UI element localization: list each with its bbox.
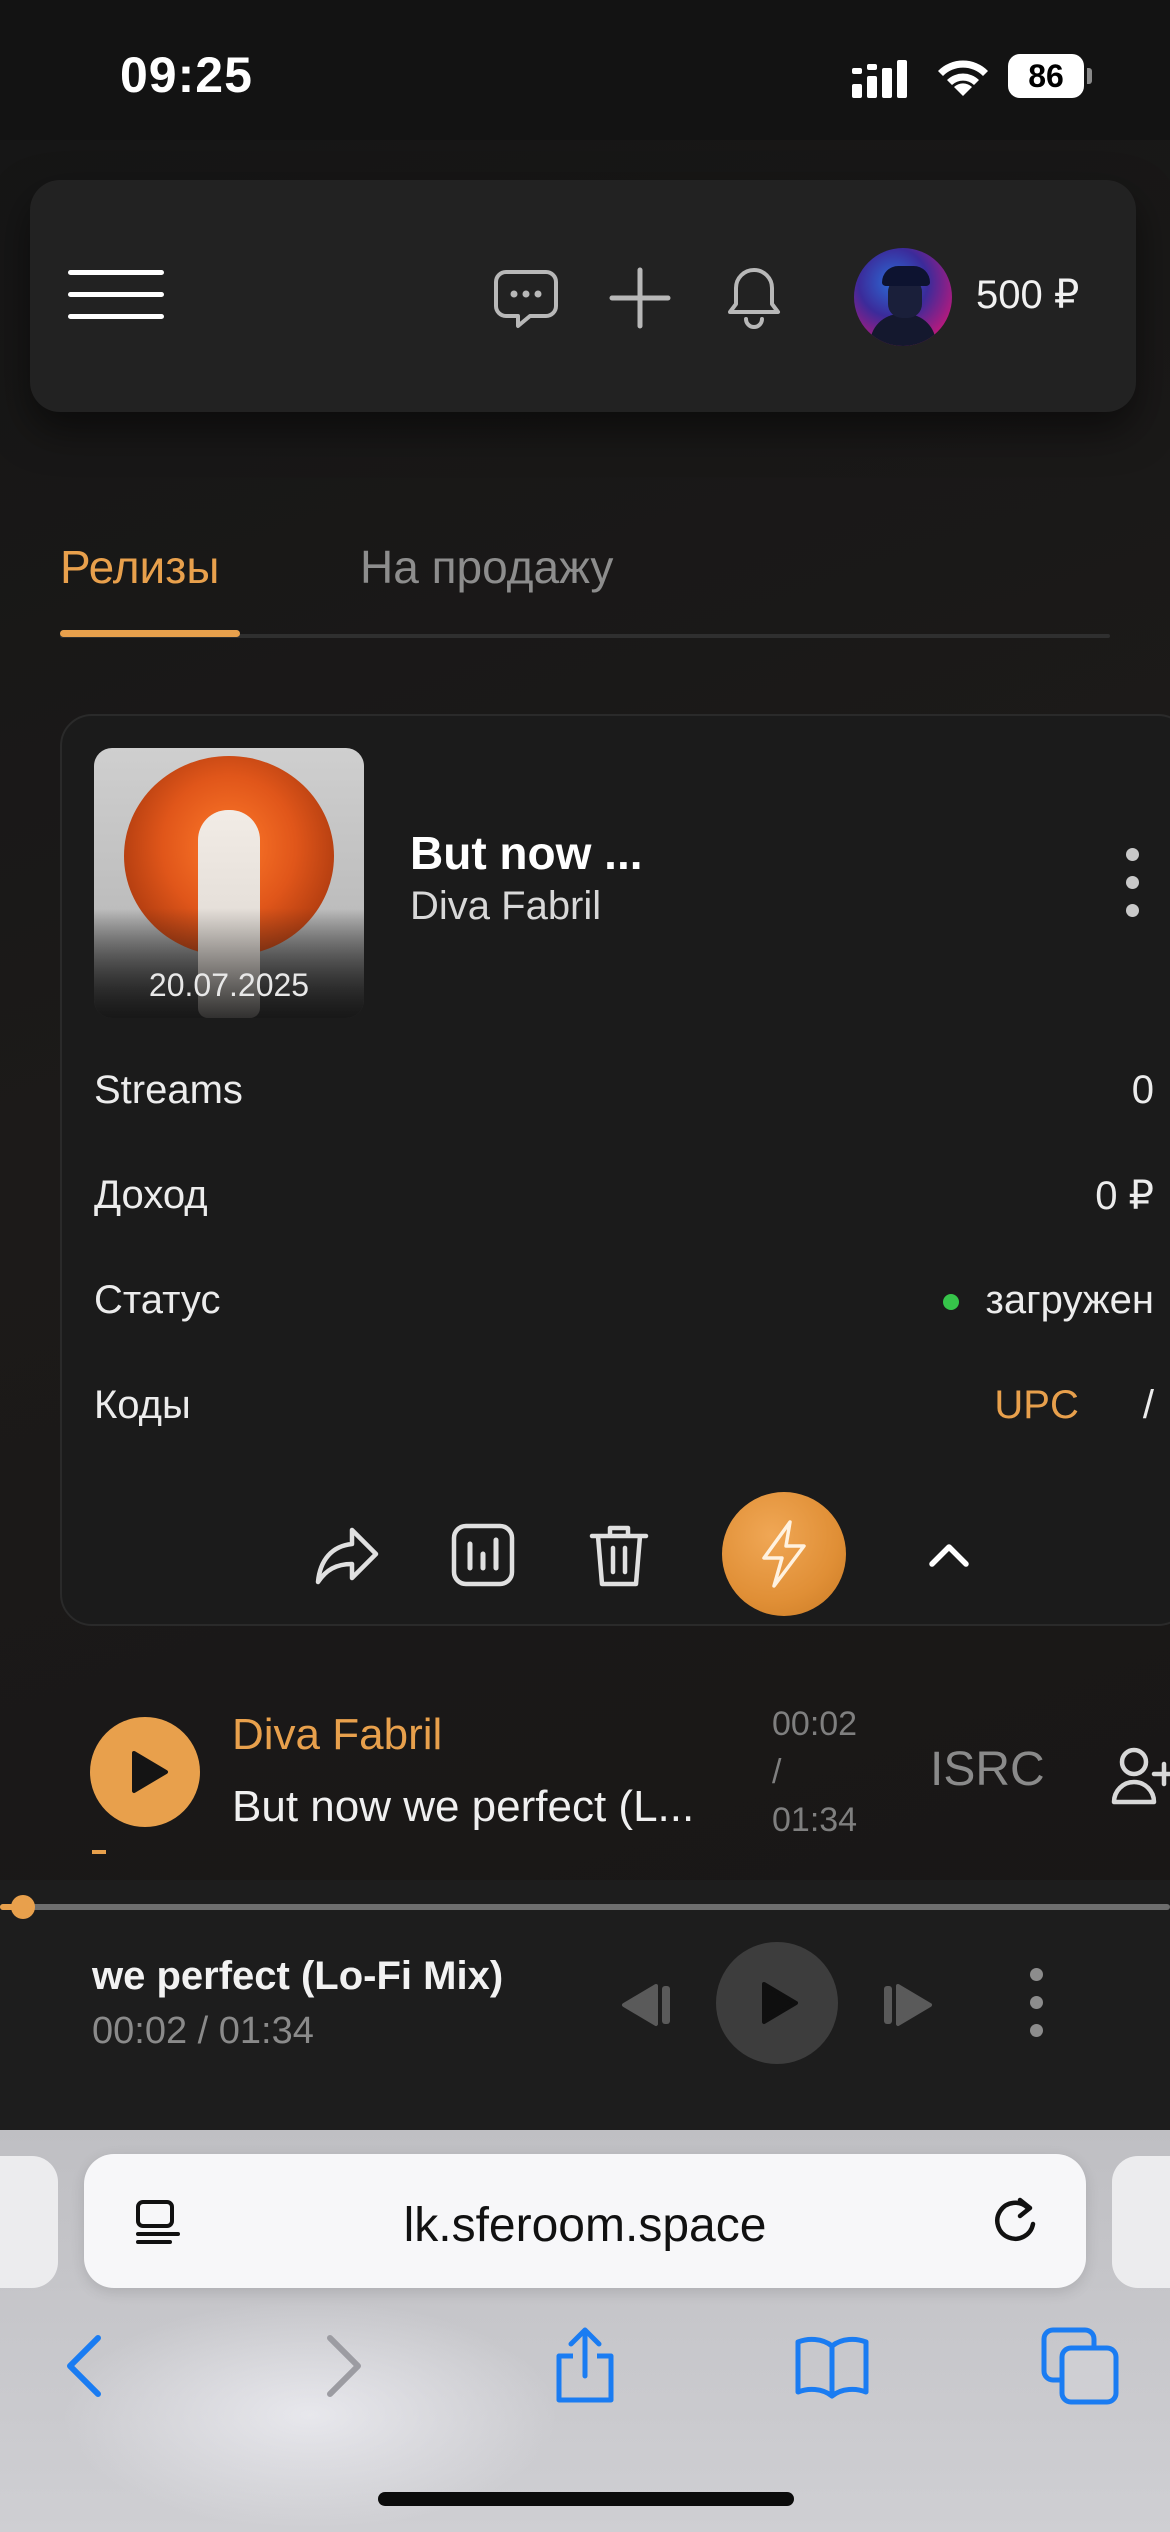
trash-icon[interactable] [584, 1520, 654, 1590]
share-icon[interactable] [312, 1520, 382, 1590]
reload-icon[interactable] [988, 2194, 1042, 2248]
previous-tab-preview[interactable] [0, 2156, 58, 2288]
boost-button[interactable] [722, 1492, 846, 1616]
lightning-icon [762, 1520, 806, 1588]
status-dot [943, 1294, 960, 1311]
more-options-icon[interactable] [1122, 848, 1142, 918]
share-icon[interactable] [545, 2326, 625, 2406]
battery-level: 86 [1008, 54, 1084, 98]
status-time: 09:25 [120, 47, 253, 103]
tabs-icon[interactable] [1040, 2326, 1120, 2406]
track-title: But now we perfect (L... [232, 1782, 695, 1831]
income-label: Доход [94, 1173, 208, 1217]
mini-player: we perfect (Lo-Fi Mix) 00:02 / 01:34 [0, 1880, 1170, 2130]
battery-tip [1087, 68, 1092, 84]
tab-for-sale[interactable]: На продажу [360, 540, 613, 594]
stats-icon[interactable] [448, 1520, 518, 1590]
wifi-icon [938, 60, 988, 96]
next-tab-preview[interactable] [1112, 2156, 1170, 2288]
play-icon [762, 1982, 798, 2024]
status-label: Статус [94, 1278, 221, 1322]
battery-icon: 86 [1008, 54, 1092, 98]
forward-icon[interactable] [300, 2326, 380, 2406]
browser-toolbar: lk.sferoom.space [0, 2130, 1170, 2532]
previous-track-icon[interactable] [616, 1980, 676, 2030]
track-play-button[interactable] [90, 1717, 200, 1827]
back-icon[interactable] [48, 2326, 128, 2406]
release-cover[interactable]: 20.07.2025 [94, 748, 364, 1018]
chevron-up-icon[interactable] [924, 1530, 974, 1580]
status-bar: 09:25 86 [0, 0, 1170, 140]
tab-active-indicator [60, 630, 240, 637]
player-time: 00:02 / 01:34 [92, 2010, 314, 2052]
progress-marker [92, 1850, 106, 1854]
streams-row: Streams 0 [94, 1068, 1154, 1128]
status-value: загружен [943, 1278, 1154, 1323]
release-date: 20.07.2025 [148, 967, 310, 1003]
track-time-separator: / [772, 1753, 782, 1791]
cellular-signal-icon [852, 60, 907, 98]
status-row: Статус загружен [94, 1278, 1154, 1338]
track-row: Diva Fabril But now we perfect (L... 00:… [60, 1680, 1170, 1860]
release-card: 20.07.2025 But now ... Diva Fabril Strea… [60, 714, 1170, 1626]
balance[interactable]: 500 ₽ [976, 272, 1079, 318]
address-bar[interactable]: lk.sferoom.space [84, 2154, 1086, 2288]
home-indicator [378, 2492, 794, 2506]
status-text: загружен [985, 1278, 1154, 1322]
release-artist: Diva Fabril [410, 884, 602, 928]
url-text[interactable]: lk.sferoom.space [84, 2198, 1086, 2253]
tab-releases[interactable]: Релизы [60, 540, 219, 594]
player-title: we perfect (Lo-Fi Mix) [92, 1954, 504, 1998]
track-time: 00:02 / 01:34 [772, 1700, 892, 1844]
income-row: Доход 0 ₽ [94, 1173, 1154, 1233]
bookmarks-icon[interactable] [792, 2326, 872, 2406]
upc-link[interactable]: UPC [994, 1383, 1078, 1427]
codes-row: Коды UPC / [94, 1383, 1154, 1443]
isrc-label[interactable]: ISRC [930, 1742, 1045, 1797]
avatar[interactable] [854, 248, 952, 346]
app-screen: 09:25 86 500 ₽ Релизы На продажу 20.07.2… [0, 0, 1170, 2532]
player-play-button[interactable] [716, 1942, 838, 2064]
codes-separator: / [1142, 1383, 1154, 1427]
player-progress-knob[interactable] [11, 1895, 35, 1919]
tabs: Релизы На продажу [60, 540, 1110, 640]
plus-icon[interactable] [606, 264, 674, 332]
track-time-total: 01:34 [772, 1801, 858, 1839]
player-more-icon[interactable] [1026, 1968, 1046, 2038]
chat-icon[interactable] [492, 264, 560, 332]
codes-value: UPC / [994, 1383, 1154, 1428]
streams-label: Streams [94, 1068, 243, 1112]
release-title: But now ... [410, 827, 643, 879]
track-time-current: 00:02 [772, 1705, 858, 1743]
bell-icon[interactable] [720, 264, 788, 332]
player-progress-track[interactable] [0, 1904, 1170, 1910]
release-actions [62, 1490, 1170, 1620]
header-card: 500 ₽ [30, 180, 1136, 412]
add-user-icon[interactable] [1110, 1742, 1170, 1812]
menu-icon[interactable] [68, 270, 164, 322]
play-icon [132, 1751, 168, 1793]
track-artist: Diva Fabril [232, 1710, 443, 1759]
next-track-icon[interactable] [878, 1980, 938, 2030]
income-value: 0 ₽ [1095, 1174, 1154, 1218]
streams-value: 0 [1131, 1068, 1154, 1112]
codes-label: Коды [94, 1383, 191, 1427]
